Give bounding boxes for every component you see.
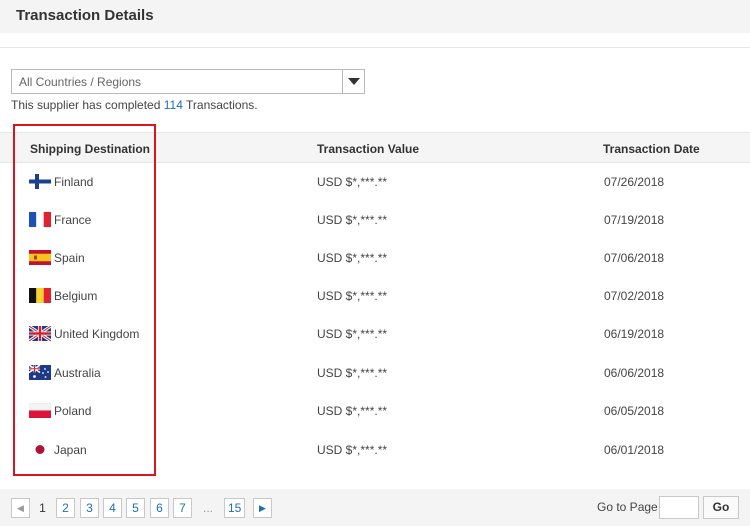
table-row: France USD $*,***.** 07/19/2018: [0, 201, 750, 239]
table-row: Poland USD $*,***.** 06/05/2018: [0, 392, 750, 430]
country-name: Poland: [54, 404, 92, 418]
spain-flag-icon: [29, 250, 51, 265]
chevron-down-icon[interactable]: [342, 70, 364, 93]
summary-suffix: Transactions.: [182, 98, 258, 112]
country-name: Japan: [54, 443, 87, 457]
page-button[interactable]: 4: [103, 498, 122, 518]
finland-flag-icon: [29, 174, 51, 189]
transaction-value: USD $*,***.**: [317, 443, 388, 457]
page-button-current[interactable]: 1: [33, 498, 52, 518]
column-header-shipping-destination: Shipping Destination: [30, 142, 150, 156]
chevron-left-icon[interactable]: ◀: [11, 498, 30, 518]
table-row: Australia USD $*,***.** 06/06/2018: [0, 354, 750, 392]
country-name: Australia: [54, 366, 101, 380]
transaction-date: 06/06/2018: [604, 366, 665, 380]
country-region-select[interactable]: All Countries / Regions: [11, 69, 365, 94]
summary-prefix: This supplier has completed: [11, 98, 164, 112]
column-header-transaction-date: Transaction Date: [603, 142, 700, 156]
table-header: Shipping Destination Transaction Value T…: [0, 132, 750, 163]
go-button[interactable]: Go: [703, 496, 739, 519]
table-row: Japan USD $*,***.** 06/01/2018: [0, 431, 750, 469]
transaction-date: 06/01/2018: [604, 443, 665, 457]
transaction-value: USD $*,***.**: [317, 251, 388, 265]
australia-flag-icon: [29, 365, 51, 380]
transaction-date: 07/06/2018: [604, 251, 665, 265]
transaction-date: 07/19/2018: [604, 213, 665, 227]
page-button-last[interactable]: 15: [224, 498, 246, 518]
page-button[interactable]: 2: [56, 498, 75, 518]
transaction-value: USD $*,***.**: [317, 213, 388, 227]
column-header-transaction-value: Transaction Value: [317, 142, 420, 156]
country-name: Belgium: [54, 289, 98, 303]
transactions-summary: This supplier has completed 114 Transact…: [11, 98, 258, 112]
table-row: Spain USD $*,***.** 07/06/2018: [0, 239, 750, 277]
transaction-value: USD $*,***.**: [317, 404, 388, 418]
country-region-select-value: All Countries / Regions: [19, 75, 142, 89]
goto-page-label: Go to Page: [597, 500, 658, 514]
page-button[interactable]: 5: [126, 498, 145, 518]
page-button[interactable]: 7: [173, 498, 192, 518]
country-name: United Kingdom: [54, 327, 140, 341]
transaction-date: 07/26/2018: [604, 175, 665, 189]
japan-flag-icon: [29, 442, 51, 457]
table-row: United Kingdom USD $*,***.** 06/19/2018: [0, 315, 750, 353]
poland-flag-icon: [29, 403, 51, 418]
table-row: Belgium USD $*,***.** 07/02/2018: [0, 277, 750, 315]
transaction-date: 06/05/2018: [604, 404, 665, 418]
page-button[interactable]: 3: [80, 498, 99, 518]
transaction-date: 07/02/2018: [604, 289, 665, 303]
belgium-flag-icon: [29, 288, 51, 303]
transaction-value: USD $*,***.**: [317, 366, 388, 380]
page-title: Transaction Details: [16, 7, 154, 24]
table-row: Finland USD $*,***.** 07/26/2018: [0, 163, 750, 201]
pagination-ellipsis: ...: [203, 501, 214, 515]
country-name: Finland: [54, 175, 94, 189]
transaction-value: USD $*,***.**: [317, 175, 388, 189]
country-name: France: [54, 213, 92, 227]
transaction-date: 06/19/2018: [604, 327, 665, 341]
transaction-value: USD $*,***.**: [317, 327, 388, 341]
goto-page-input[interactable]: [659, 496, 699, 519]
country-name: Spain: [54, 251, 85, 265]
transaction-value: USD $*,***.**: [317, 289, 388, 303]
page-button[interactable]: 6: [150, 498, 169, 518]
uk-flag-icon: [29, 326, 51, 341]
chevron-right-icon[interactable]: ▶: [253, 498, 272, 518]
transaction-count: 114: [163, 98, 183, 112]
france-flag-icon: [29, 212, 51, 227]
title-bar: Transaction Details: [0, 0, 750, 33]
pagination-bar: ◀ 1 2 3 4 5 6 7 ... 15 ▶ Go to Page Go: [0, 489, 750, 526]
